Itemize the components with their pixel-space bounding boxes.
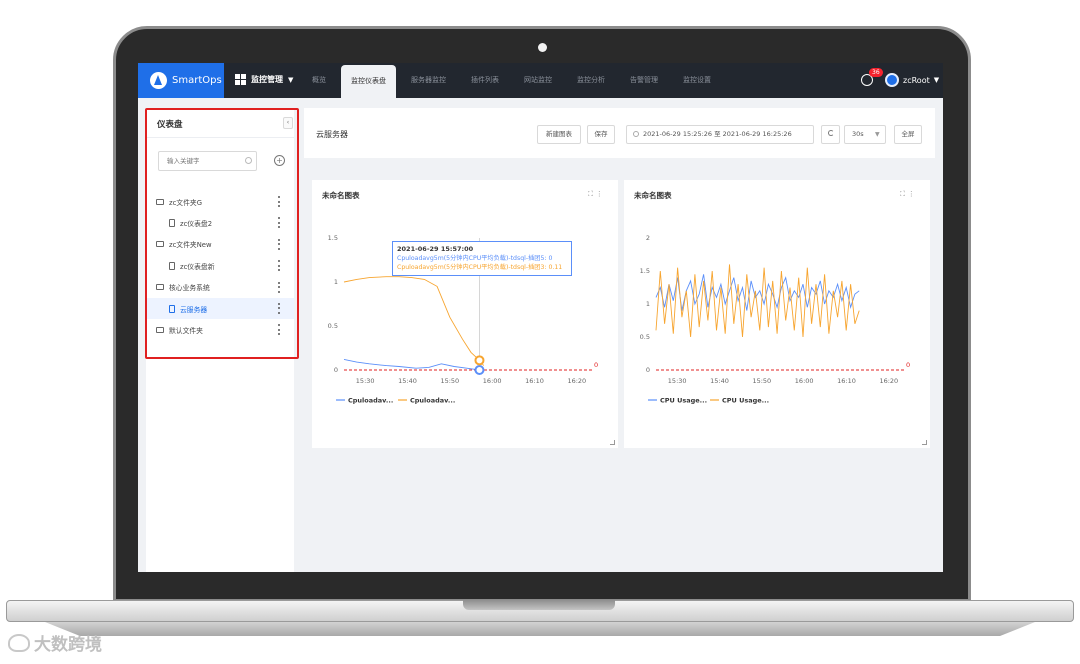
dashboard-title: 云服务器 bbox=[316, 130, 348, 139]
x-tick-label: 15:40 bbox=[398, 377, 417, 385]
tab-0[interactable]: 概览 bbox=[302, 63, 336, 98]
x-tick-label: 15:50 bbox=[440, 377, 459, 385]
threshold-label: 0 bbox=[906, 361, 910, 369]
y-tick-label: 1 bbox=[334, 278, 338, 286]
x-tick-label: 15:40 bbox=[710, 377, 729, 385]
caret-down-icon: ▼ bbox=[288, 75, 294, 84]
refresh-icon bbox=[827, 130, 834, 136]
save-button[interactable]: 保存 bbox=[587, 125, 615, 144]
notification-badge: 36 bbox=[869, 68, 883, 77]
chart-panel-1: 未命名图表 ⛶⋮ 0 0.5 1 1.5 15:30 15:40 15:50 16:00 16:… bbox=[312, 180, 618, 448]
tab-6[interactable]: 告警管理 bbox=[620, 63, 668, 98]
series-line-2 bbox=[655, 264, 860, 338]
more-icon[interactable]: ⋮ bbox=[908, 190, 918, 198]
user-menu[interactable]: zcRoot ▼ bbox=[885, 73, 939, 87]
legend-label: CPU Usage... bbox=[660, 397, 707, 405]
y-tick-label: 1.5 bbox=[640, 267, 650, 275]
y-tick-label: 1 bbox=[646, 300, 650, 308]
module-switcher[interactable]: 监控管理 ▼ bbox=[235, 74, 293, 85]
tab-1[interactable]: 监控仪表盘 bbox=[341, 65, 396, 98]
refresh-interval-select[interactable]: 30s ▼ bbox=[844, 125, 886, 144]
chart-panel-2: 未命名图表 ⛶⋮ 0 0.5 1 1.5 2 15:30 15:40 15:50 16:00 16… bbox=[624, 180, 930, 448]
nav-tabs: 概览 监控仪表盘 服务器监控 插件列表 网站监控 监控分析 告警管理 监控设置 bbox=[302, 63, 726, 98]
watermark-logo-icon bbox=[8, 633, 30, 652]
tab-3[interactable]: 插件列表 bbox=[461, 63, 509, 98]
legend-label: CPU Usage... bbox=[722, 397, 769, 405]
refresh-button[interactable] bbox=[821, 125, 840, 144]
x-tick-label: 16:00 bbox=[795, 377, 814, 385]
top-navbar: SmartOps 监控管理 ▼ 概览 监控仪表盘 服务器监控 插件列表 网站监控 监控分析… bbox=[138, 63, 943, 98]
user-name: zcRoot bbox=[903, 75, 930, 85]
watermark: 大数跨境 bbox=[8, 630, 102, 655]
avatar bbox=[885, 73, 899, 87]
tooltip-series-1: Cpuloadavg5m(5分钟内CPU平均负载)-tdsql-插团5: 0 bbox=[397, 255, 553, 262]
expand-icon[interactable]: ⛶ bbox=[900, 190, 908, 198]
caret-down-icon: ▼ bbox=[933, 76, 940, 84]
panel-tools[interactable]: ⛶⋮ bbox=[588, 190, 606, 199]
tab-4[interactable]: 网站监控 bbox=[514, 63, 562, 98]
y-tick-label: 0 bbox=[646, 366, 650, 374]
resize-handle[interactable] bbox=[922, 440, 927, 445]
clock-icon bbox=[633, 131, 639, 137]
resize-handle[interactable] bbox=[610, 440, 615, 445]
laptop-camera bbox=[538, 43, 547, 52]
x-tick-label: 16:00 bbox=[483, 377, 502, 385]
tab-5[interactable]: 监控分析 bbox=[567, 63, 615, 98]
legend-label: Cpuloadav... bbox=[348, 397, 393, 405]
threshold-label: 0 bbox=[594, 361, 598, 369]
highlight-frame bbox=[145, 108, 299, 359]
chart-tooltip: 2021-06-29 15:57:00 Cpuloadavg5m(5分钟内CPU… bbox=[392, 241, 572, 276]
laptop-base-bottom bbox=[40, 620, 1040, 636]
date-range-picker[interactable]: 2021-06-29 15:25:26 至 2021-06-29 16:25:2… bbox=[626, 125, 814, 144]
series-line-2 bbox=[343, 276, 485, 366]
x-tick-label: 15:30 bbox=[668, 377, 687, 385]
y-tick-label: 0 bbox=[334, 366, 338, 374]
x-tick-label: 15:50 bbox=[752, 377, 771, 385]
tooltip-series-2: Cpuloadavg5m(5分钟内CPU平均负载)-tdsql-插团3: 0.1… bbox=[397, 264, 563, 271]
line-chart-2[interactable]: 0 0.5 1 1.5 2 15:30 15:40 15:50 16:00 16:10 16:20 0… bbox=[630, 220, 920, 438]
grid-menu-icon bbox=[235, 74, 246, 85]
fullscreen-button[interactable]: 全屏 bbox=[894, 125, 922, 144]
legend-label: Cpuloadav... bbox=[410, 397, 455, 405]
tab-2[interactable]: 服务器监控 bbox=[401, 63, 456, 98]
series-line-1 bbox=[343, 358, 480, 371]
x-tick-label: 16:10 bbox=[837, 377, 856, 385]
y-tick-label: 1.5 bbox=[328, 234, 338, 242]
x-tick-label: 16:20 bbox=[879, 377, 898, 385]
date-range-value: 2021-06-29 15:25:26 至 2021-06-29 16:25:2… bbox=[643, 130, 792, 138]
expand-icon[interactable]: ⛶ bbox=[588, 190, 596, 198]
more-icon[interactable]: ⋮ bbox=[596, 190, 606, 198]
module-switcher-label: 监控管理 bbox=[251, 75, 283, 84]
new-chart-button[interactable]: 新建图表 bbox=[537, 125, 581, 144]
hover-marker-blue bbox=[474, 365, 485, 375]
chart-title: 未命名图表 bbox=[322, 191, 360, 200]
y-tick-label: 0.5 bbox=[640, 333, 650, 341]
x-tick-label: 16:10 bbox=[525, 377, 544, 385]
panel-tools[interactable]: ⛶⋮ bbox=[900, 190, 918, 199]
chart-title: 未命名图表 bbox=[634, 191, 672, 200]
dashboard-header: 云服务器 新建图表 保存 2021-06-29 15:25:26 至 2021-… bbox=[304, 108, 935, 158]
tab-7[interactable]: 监控设置 bbox=[673, 63, 721, 98]
laptop-notch bbox=[463, 600, 615, 610]
smartops-logo-icon bbox=[150, 72, 167, 89]
hover-marker-orange bbox=[474, 355, 485, 366]
watermark-text: 大数跨境 bbox=[34, 635, 102, 655]
y-tick-label: 2 bbox=[646, 234, 650, 242]
x-tick-label: 15:30 bbox=[356, 377, 375, 385]
refresh-interval-value: 30s bbox=[852, 130, 864, 138]
brand-name: SmartOps bbox=[172, 75, 222, 86]
chevron-down-icon: ▼ bbox=[875, 131, 880, 138]
brand[interactable]: SmartOps bbox=[138, 63, 224, 98]
tooltip-time: 2021-06-29 15:57:00 bbox=[397, 245, 474, 253]
x-tick-label: 16:20 bbox=[567, 377, 586, 385]
y-tick-label: 0.5 bbox=[328, 322, 338, 330]
